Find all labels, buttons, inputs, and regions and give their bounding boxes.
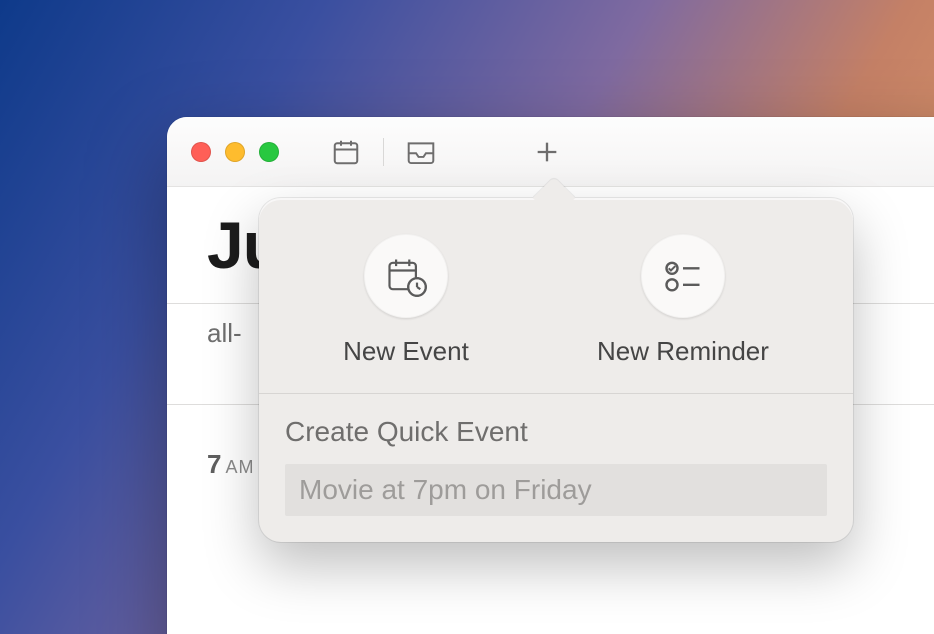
add-toolbar-button[interactable] bbox=[526, 131, 568, 173]
hour-number: 7 bbox=[207, 449, 221, 480]
popover-options: New Event New Reminder bbox=[259, 226, 853, 393]
add-popover: New Event New Reminder bbox=[259, 198, 853, 542]
calendar-window: Ju all- ... 7 AM bbox=[167, 117, 934, 634]
window-controls bbox=[191, 142, 279, 162]
quick-event-section: Create Quick Event bbox=[259, 416, 853, 516]
fullscreen-window-button[interactable] bbox=[259, 142, 279, 162]
minimize-window-button[interactable] bbox=[225, 142, 245, 162]
calendar-icon bbox=[331, 137, 361, 167]
calendar-clock-icon bbox=[384, 254, 428, 298]
toolbar-separator bbox=[383, 138, 384, 166]
inbox-icon bbox=[405, 137, 437, 167]
hour-ampm: AM bbox=[225, 457, 254, 478]
quick-event-input[interactable] bbox=[285, 464, 827, 516]
new-event-label: New Event bbox=[343, 336, 469, 367]
new-event-option[interactable]: New Event bbox=[343, 234, 469, 367]
popover-divider bbox=[259, 393, 853, 394]
inbox-toolbar-button[interactable] bbox=[400, 131, 442, 173]
calendars-toolbar-button[interactable] bbox=[325, 131, 367, 173]
titlebar bbox=[167, 117, 934, 187]
new-reminder-option[interactable]: New Reminder bbox=[597, 234, 769, 367]
new-reminder-label: New Reminder bbox=[597, 336, 769, 367]
close-window-button[interactable] bbox=[191, 142, 211, 162]
plus-icon bbox=[533, 138, 561, 166]
reminders-list-icon bbox=[661, 254, 705, 298]
quick-event-title: Create Quick Event bbox=[285, 416, 827, 448]
all-day-label: all- bbox=[207, 318, 242, 349]
